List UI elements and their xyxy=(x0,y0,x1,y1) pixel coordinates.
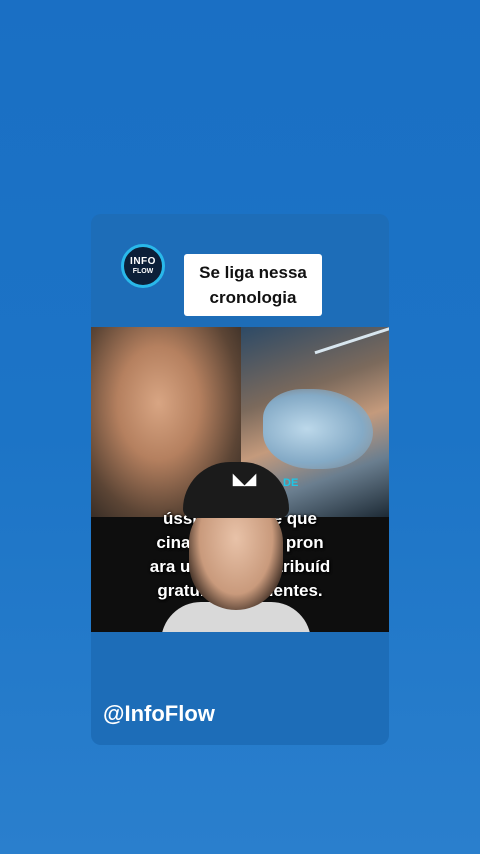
logo-text-info: INFO xyxy=(130,256,156,267)
channel-handle[interactable]: @InfoFlow xyxy=(103,701,215,727)
cap-logo-icon: ◣◢ xyxy=(233,471,257,488)
presenter: ◣◢ xyxy=(161,462,311,632)
post-title: Se liga nessa cronologia xyxy=(184,254,322,316)
title-line-2: cronologia xyxy=(209,288,297,307)
title-line-1: Se liga nessa xyxy=(199,263,307,282)
presenter-cap: ◣◢ xyxy=(183,462,289,518)
video-frame[interactable]: DE ússia ar mente que cina cont r está p… xyxy=(91,327,389,632)
post-card: INFO FLOW Se liga nessa cronologia DE ús… xyxy=(91,214,389,745)
infoflow-logo[interactable]: INFO FLOW xyxy=(121,244,165,288)
logo-text-flow: FLOW xyxy=(132,268,154,275)
